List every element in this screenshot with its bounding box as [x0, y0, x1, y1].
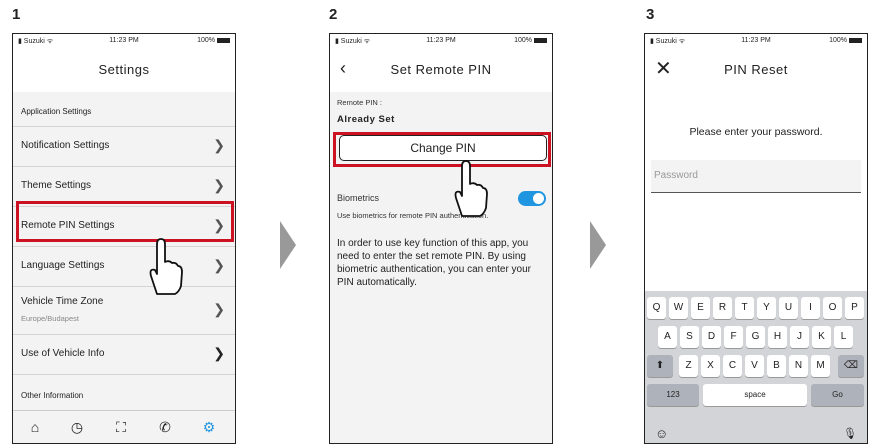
biometrics-label: Biometrics [337, 193, 380, 203]
microphone-icon[interactable]: 🎙 [843, 427, 857, 440]
key-d[interactable]: D [702, 326, 721, 348]
phone-icon[interactable]: ✆ [155, 417, 175, 437]
page-title: PIN Reset [724, 62, 788, 77]
key-f[interactable]: F [724, 326, 743, 348]
next-step-arrow-icon [590, 221, 606, 269]
key-p[interactable]: P [845, 297, 864, 319]
chevron-right-icon: ❯ [213, 257, 225, 273]
settings-item-language[interactable]: Language Settings ❯ [13, 246, 235, 287]
next-step-arrow-icon [280, 221, 296, 269]
section-header-other: Other Information [21, 391, 84, 400]
key-j[interactable]: J [790, 326, 809, 348]
key-g[interactable]: G [746, 326, 765, 348]
battery-indicator: 100% [514, 37, 547, 44]
highlight-change-pin [333, 132, 551, 167]
key-t[interactable]: T [735, 297, 754, 319]
go-key[interactable]: Go [811, 384, 864, 406]
chevron-right-icon: ❯ [213, 345, 225, 361]
pin-reset-body: Please enter your password. Password [645, 92, 867, 292]
key-m[interactable]: M [811, 355, 830, 377]
page-title: Set Remote PIN [390, 62, 492, 77]
page-title: Settings [98, 62, 150, 77]
time-zone-value: Europe/Budapest [21, 314, 79, 323]
gear-icon[interactable]: ⚙ [199, 417, 219, 437]
password-field[interactable]: Password [651, 160, 861, 193]
history-icon[interactable]: ◷ [67, 417, 87, 437]
key-z[interactable]: Z [679, 355, 698, 377]
page-header: ✕ PIN Reset [645, 48, 867, 92]
chevron-right-icon: ❯ [213, 137, 225, 153]
backspace-key-icon[interactable]: ⌫ [838, 355, 864, 377]
close-icon[interactable]: ✕ [655, 48, 672, 90]
space-key[interactable]: space [703, 384, 807, 406]
phone-screen-set-remote-pin: ▮ Suzuki ᯤ 11:23 PM 100% ‹ Set Remote PI… [329, 33, 553, 444]
key-s[interactable]: S [680, 326, 699, 348]
highlight-remote-pin [16, 201, 234, 242]
status-bar: ▮ Suzuki ᯤ 11:23 PM 100% [13, 34, 235, 48]
key-a[interactable]: A [658, 326, 677, 348]
key-l[interactable]: L [834, 326, 853, 348]
password-prompt: Please enter your password. [689, 126, 823, 138]
phone-screen-settings: ▮ Suzuki ᯤ 11:23 PM 100% Settings Applic… [12, 33, 236, 444]
on-screen-keyboard: Q W E R T Y U I O P A S D F G H J K L ⬆ … [645, 291, 867, 443]
key-n[interactable]: N [789, 355, 808, 377]
info-text: In order to use key function of this app… [337, 238, 531, 288]
emoji-icon[interactable]: ☺ [655, 426, 668, 441]
step-number-2: 2 [329, 6, 338, 23]
numbers-key[interactable]: 123 [647, 384, 699, 406]
battery-indicator: 100% [829, 37, 862, 44]
key-o[interactable]: O [823, 297, 842, 319]
key-y[interactable]: Y [757, 297, 776, 319]
key-r[interactable]: R [713, 297, 732, 319]
settings-item-time-zone[interactable]: Vehicle Time Zone Europe/Budapest ❯ [13, 286, 235, 335]
key-w[interactable]: W [669, 297, 688, 319]
settings-list: Application Settings Notification Settin… [13, 92, 235, 411]
biometrics-toggle[interactable] [518, 191, 546, 206]
settings-item-vehicle-info[interactable]: Use of Vehicle Info ❯ [13, 334, 235, 375]
key-h[interactable]: H [768, 326, 787, 348]
key-e[interactable]: E [691, 297, 710, 319]
key-x[interactable]: X [701, 355, 720, 377]
section-header-application: Application Settings [13, 92, 235, 127]
key-v[interactable]: V [745, 355, 764, 377]
home-icon[interactable]: ⌂ [25, 417, 45, 437]
key-u[interactable]: U [779, 297, 798, 319]
step-number-1: 1 [12, 6, 21, 23]
step-number-3: 3 [646, 6, 655, 23]
shift-key-icon[interactable]: ⬆ [647, 355, 673, 377]
tab-bar: ⌂ ◷ ⛶ ✆ ⚙ [13, 410, 235, 443]
page-header: ‹ Set Remote PIN [330, 48, 552, 92]
map-icon[interactable]: ⛶ [111, 417, 131, 437]
status-bar: ▮ Suzuki ᯤ 11:23 PM 100% [645, 34, 867, 48]
status-bar: ▮ Suzuki ᯤ 11:23 PM 100% [330, 34, 552, 48]
settings-item-notification[interactable]: Notification Settings ❯ [13, 126, 235, 167]
key-b[interactable]: B [767, 355, 786, 377]
key-k[interactable]: K [812, 326, 831, 348]
key-i[interactable]: I [801, 297, 820, 319]
password-placeholder: Password [654, 170, 698, 181]
chevron-right-icon: ❯ [213, 177, 225, 193]
key-c[interactable]: C [723, 355, 742, 377]
remote-pin-label: Remote PIN : [337, 98, 383, 107]
remote-pin-status: Already Set [337, 114, 395, 125]
key-q[interactable]: Q [647, 297, 666, 319]
phone-screen-pin-reset: ▮ Suzuki ᯤ 11:23 PM 100% ✕ PIN Reset Ple… [644, 33, 868, 444]
tap-hand-icon [149, 238, 183, 295]
chevron-right-icon: ❯ [213, 301, 225, 317]
back-chevron-icon[interactable]: ‹ [340, 48, 347, 88]
battery-indicator: 100% [197, 37, 230, 44]
tap-hand-icon [454, 160, 488, 217]
